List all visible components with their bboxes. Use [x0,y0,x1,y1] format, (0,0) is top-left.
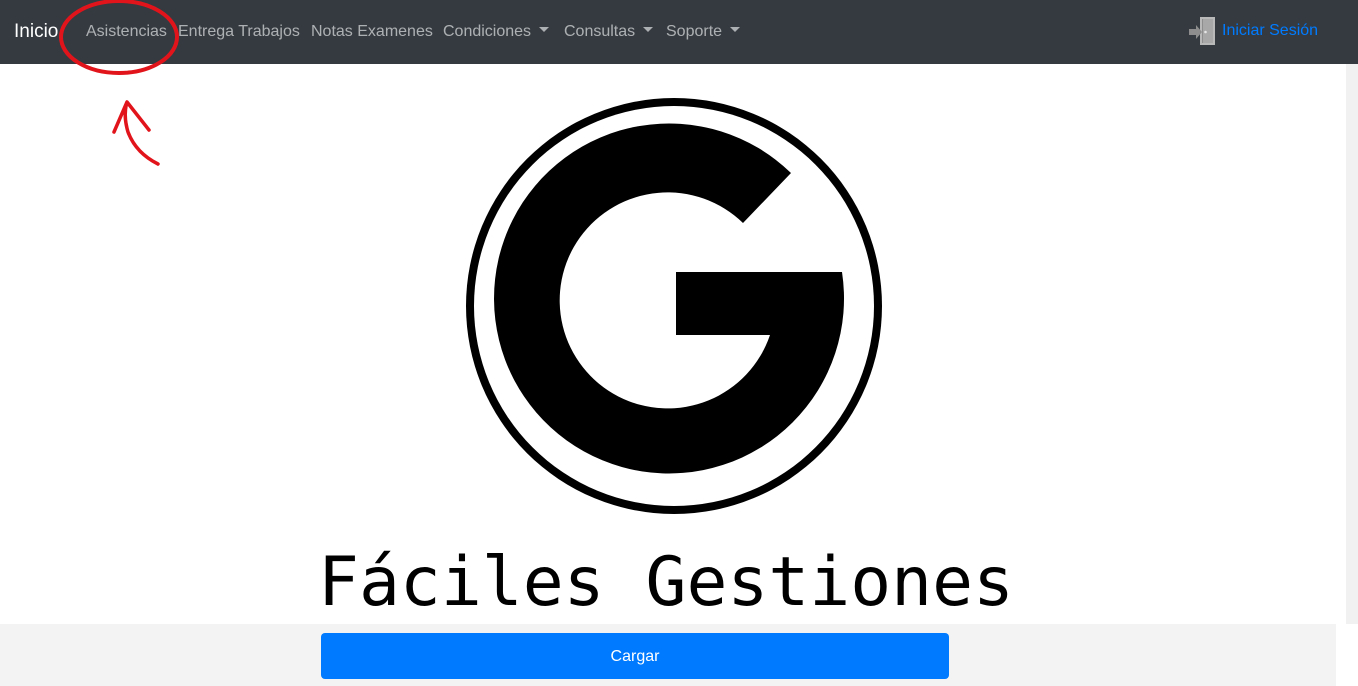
nav-item-label: Soporte [666,23,723,40]
chevron-down-icon [539,27,550,33]
chevron-down-icon [643,27,654,33]
scrollbar-track[interactable] [1346,64,1358,624]
nav-item-notas-examenes[interactable]: Notas Examenes [311,22,433,42]
chevron-down-icon [730,27,741,33]
nav-item-entrega-trabajos[interactable]: Entrega Trabajos [178,22,300,42]
red-arrow-annotation [112,100,160,166]
hero-title: Fáciles Gestiones [318,543,1014,622]
nav-item-label: Entrega Trabajos [178,23,300,40]
sign-in-door-icon [1189,17,1215,45]
nav-item-label: Asistencias [86,23,167,40]
login-label: Iniciar Sesión [1222,22,1319,39]
login-link[interactable]: Iniciar Sesión [1188,16,1318,46]
nav-item-label: Notas Examenes [311,23,433,40]
nav-item-consultas[interactable]: Consultas [564,22,654,42]
nav-item-condiciones[interactable]: Condiciones [443,22,550,42]
top-navbar: Inicio Asistencias Entrega Trabajos Nota… [0,0,1358,64]
g-circle-logo [466,98,882,514]
nav-item-soporte[interactable]: Soporte [666,22,741,42]
nav-item-label: Consultas [564,23,636,40]
navbar-brand[interactable]: Inicio [14,20,58,44]
nav-item-asistencias[interactable]: Asistencias [86,22,167,42]
cargar-button[interactable]: Cargar [321,633,949,679]
nav-item-label: Condiciones [443,23,532,40]
